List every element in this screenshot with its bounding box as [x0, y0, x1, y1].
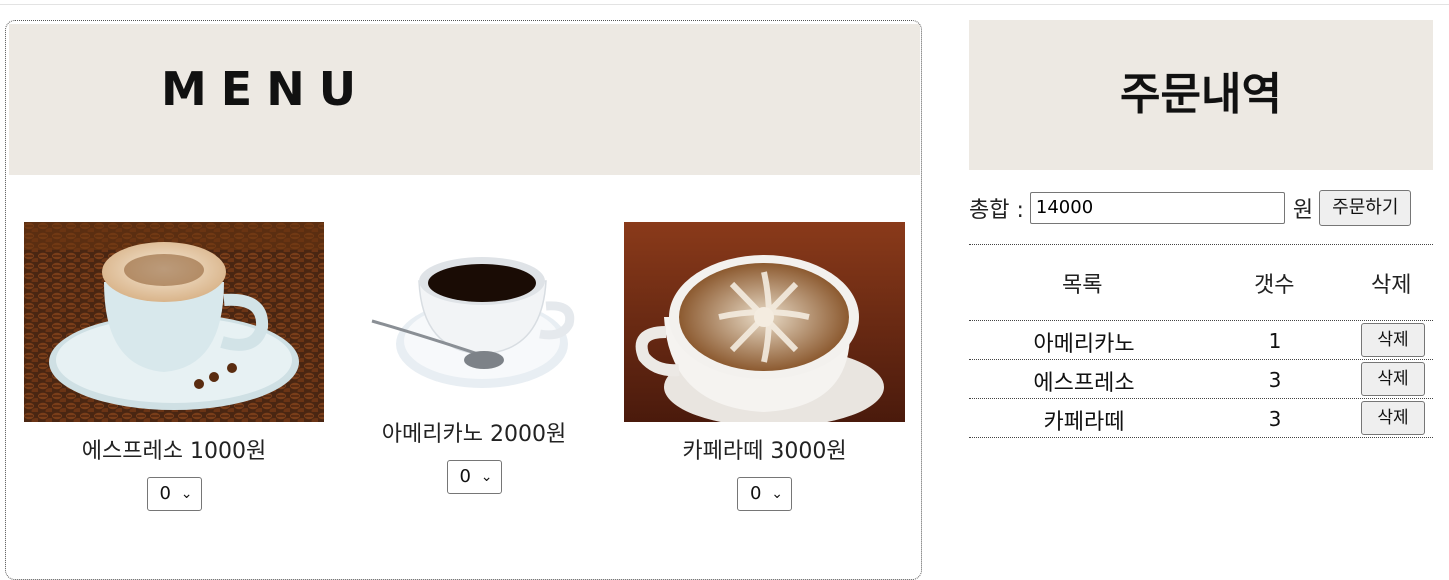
delete-button[interactable]: 삭제 — [1361, 401, 1425, 435]
cafe-latte-photo — [624, 222, 905, 422]
total-amount-field[interactable]: 14000 — [1029, 192, 1285, 224]
table-row: 에스프레소 3 삭제 — [969, 359, 1433, 398]
menu-item-americano: 아메리카노 2000원 0 ⌄ — [324, 416, 624, 494]
americano-quantity-select[interactable]: 0 ⌄ — [446, 460, 502, 494]
menu-item-espresso: 에스프레소 1000원 0 ⌄ — [24, 433, 324, 511]
menu-item-name: 아메리카노 2000원 — [381, 422, 567, 447]
chevron-down-icon: ⌄ — [180, 486, 193, 502]
order-table: 목록 갯수 삭제 아메리카노 1 삭제 에스프레소 3 삭제 카페라떼 3 삭제 — [969, 244, 1433, 438]
row-count: 3 — [1268, 368, 1282, 392]
quantity-value: 0 — [459, 466, 471, 487]
row-item: 아메리카노 — [1033, 332, 1135, 357]
table-row: 카페라떼 3 삭제 — [969, 398, 1433, 438]
header-delete: 삭제 — [1371, 273, 1412, 298]
espresso-photo — [24, 222, 324, 422]
menu-item-name: 카페라떼 3000원 — [682, 439, 847, 464]
menu-item-name: 에스프레소 1000원 — [81, 439, 267, 464]
quantity-value: 0 — [159, 483, 171, 504]
top-divider — [0, 4, 1449, 5]
chevron-down-icon: ⌄ — [480, 469, 493, 485]
total-row: 총합 : 14000 원 주문하기 — [969, 189, 1412, 227]
cafe-latte-quantity-select[interactable]: 0 ⌄ — [737, 477, 792, 511]
header-item: 목록 — [1062, 273, 1103, 298]
row-item: 카페라떼 — [1043, 410, 1125, 435]
espresso-quantity-select[interactable]: 0 ⌄ — [146, 477, 202, 511]
table-row: 아메리카노 1 삭제 — [969, 320, 1433, 359]
row-count: 3 — [1268, 407, 1282, 431]
total-label: 총합 : — [969, 198, 1024, 223]
order-header: 주문내역 — [969, 20, 1433, 170]
order-title: 주문내역 — [1120, 69, 1282, 120]
table-header: 목록 갯수 삭제 — [969, 245, 1433, 320]
menu-title: MENU — [161, 62, 371, 116]
delete-button[interactable]: 삭제 — [1361, 323, 1425, 357]
currency-label: 원 — [1292, 198, 1314, 223]
delete-button[interactable]: 삭제 — [1361, 362, 1425, 396]
quantity-value: 0 — [750, 483, 762, 504]
row-count: 1 — [1268, 329, 1282, 353]
chevron-down-icon: ⌄ — [771, 486, 783, 502]
row-item: 에스프레소 — [1033, 371, 1135, 396]
menu-header: MENU — [9, 24, 920, 175]
place-order-button[interactable]: 주문하기 — [1319, 190, 1412, 226]
americano-photo — [364, 236, 592, 394]
header-count: 갯수 — [1254, 273, 1295, 298]
menu-item-cafe-latte: 카페라떼 3000원 0 ⌄ — [624, 433, 905, 511]
